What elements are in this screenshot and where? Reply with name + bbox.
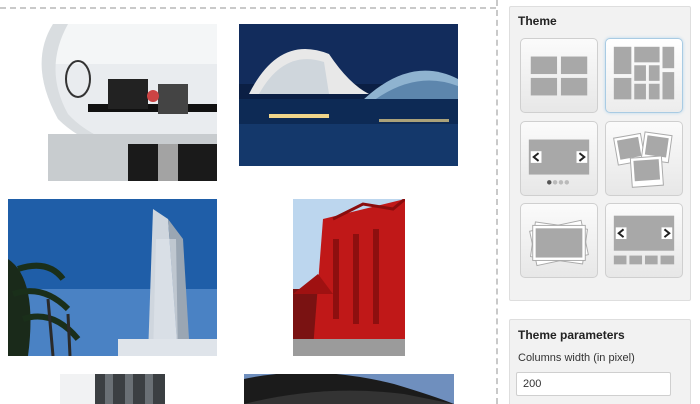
columns-width-label: Columns width (in pixel) <box>518 352 635 364</box>
gallery-image-interior[interactable] <box>8 24 217 181</box>
theme-panel-title: Theme <box>518 14 557 28</box>
slider-layout-icon <box>528 139 590 185</box>
carousel-thumbnails-icon <box>613 215 675 265</box>
theme-option-photo-stack[interactable] <box>520 203 598 278</box>
theme-option-slider[interactable] <box>520 121 598 196</box>
theme-parameters-panel: Theme parameters Columns width (in pixel… <box>509 319 691 404</box>
gallery-image-futuristic-building[interactable] <box>239 24 458 166</box>
gallery-image-skyscraper[interactable] <box>8 199 217 356</box>
gallery-image-red-building[interactable] <box>293 199 405 356</box>
gallery-image-glass-tower[interactable] <box>60 374 165 404</box>
photo-stack-icon <box>529 219 589 267</box>
stacked-polaroids-icon <box>613 131 673 188</box>
theme-option-grid[interactable] <box>520 38 598 113</box>
theme-parameters-title: Theme parameters <box>518 328 625 342</box>
theme-panel: Theme <box>509 6 691 301</box>
grid-layout-icon <box>530 56 588 96</box>
masonry-layout-icon <box>613 46 675 100</box>
gallery-image-curved-roof[interactable] <box>244 374 454 404</box>
gallery-top-border <box>0 7 496 9</box>
theme-option-carousel[interactable] <box>605 203 683 278</box>
gallery-divider <box>496 0 498 404</box>
theme-option-polaroids[interactable] <box>605 121 683 196</box>
theme-option-masonry[interactable] <box>605 38 683 113</box>
columns-width-input[interactable] <box>516 372 671 396</box>
